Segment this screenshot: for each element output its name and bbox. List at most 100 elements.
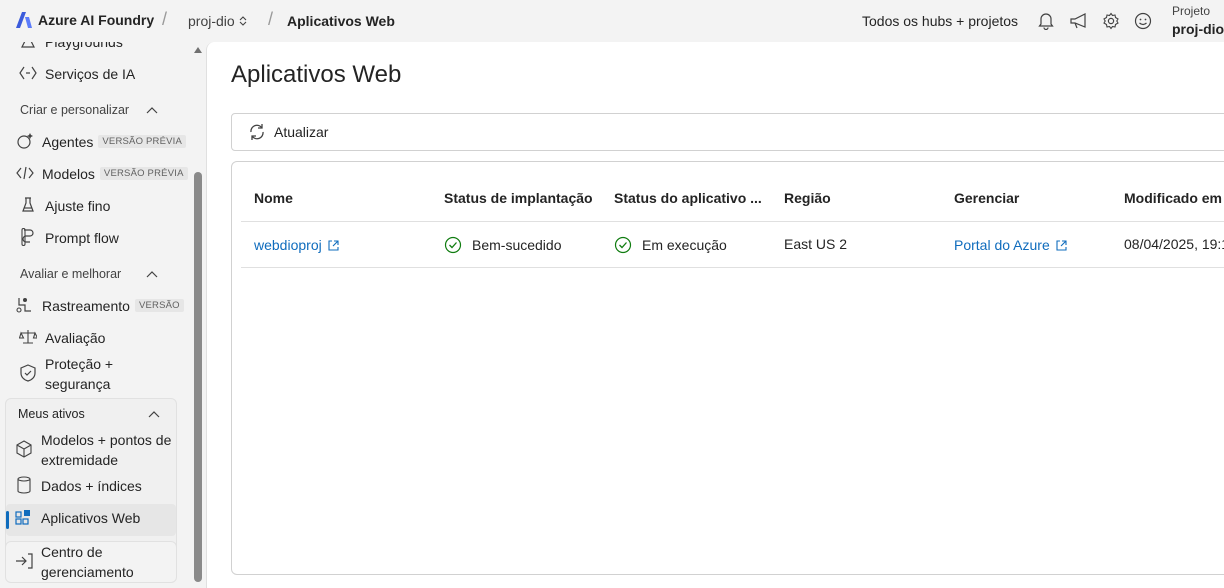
project-label: Projeto: [1172, 4, 1211, 18]
sidebar-item-tracing[interactable]: Rastreamento VERSÃO: [0, 296, 186, 316]
azure-portal-link[interactable]: Portal do Azure: [954, 237, 1067, 253]
agent-icon: [16, 132, 34, 150]
brand[interactable]: Azure AI Foundry: [16, 11, 154, 29]
app-status-text: Em execução: [642, 237, 727, 253]
sidebar-item-label: Ajuste fino: [45, 198, 111, 214]
top-bar: Azure AI Foundry / proj-dio / Aplicativo…: [0, 0, 1224, 42]
breadcrumb-current: Aplicativos Web: [287, 13, 395, 29]
section-title: Meus ativos: [18, 407, 85, 421]
external-link-icon: [328, 239, 339, 251]
column-header-name[interactable]: Nome: [254, 190, 293, 206]
bell-icon[interactable]: [1036, 11, 1056, 31]
project-selector[interactable]: Projeto proj-dio: [1172, 4, 1224, 37]
cube-icon: [15, 440, 33, 458]
toolbar: Atualizar: [231, 113, 1224, 151]
preview-badge: VERSÃO: [134, 299, 184, 312]
playground-icon: [19, 42, 37, 50]
sidebar-item-label: Dados + índices: [41, 478, 142, 494]
sign-in-icon: [15, 552, 33, 570]
section-assets[interactable]: Meus ativos: [18, 407, 160, 421]
sidebar-item-label: Modelos: [42, 166, 95, 182]
breadcrumb-project[interactable]: proj-dio: [188, 13, 248, 29]
sidebar-item-agents[interactable]: Agentes VERSÃO PRÉVIA: [0, 132, 187, 152]
sidebar-item-data-indexes[interactable]: Dados + índices: [0, 476, 186, 496]
page-title: Aplicativos Web: [231, 61, 402, 88]
database-icon: [15, 476, 33, 494]
app-name-link[interactable]: webdioproj: [254, 237, 339, 253]
code-icon: [16, 164, 34, 182]
sidebar-item-safety[interactable]: Proteção + segurança: [0, 354, 186, 394]
sidebar-item-label: Prompt flow: [45, 230, 119, 246]
refresh-label: Atualizar: [274, 124, 329, 140]
sidebar-item-models[interactable]: Modelos VERSÃO PRÉVIA: [0, 164, 188, 184]
sidebar-item-prompt-flow[interactable]: Prompt flow: [0, 228, 186, 248]
chevron-up-icon: [146, 107, 158, 114]
region-cell: East US 2: [784, 236, 848, 252]
sidebar-item-label: Modelos + pontos de extremidade: [41, 432, 172, 468]
sidebar-item-label: Serviços de IA: [45, 66, 136, 82]
app-name-text: webdioproj: [254, 237, 322, 253]
preview-badge: VERSÃO PRÉVIA: [98, 135, 187, 148]
preview-badge: VERSÃO PRÉVIA: [99, 167, 188, 180]
breadcrumb-separator: /: [268, 9, 274, 29]
megaphone-icon[interactable]: [1069, 11, 1089, 31]
section-create[interactable]: Criar e personalizar: [20, 103, 158, 117]
refresh-icon: [250, 124, 264, 140]
breadcrumb-separator: /: [162, 9, 168, 29]
main-content: Aplicativos Web Atualizar Nome Status de…: [206, 42, 1224, 588]
section-title: Avaliar e melhorar: [20, 267, 122, 281]
sidebar-item-label: Centro de gerenciamento: [41, 544, 134, 580]
brand-name: Azure AI Foundry: [38, 12, 155, 28]
all-hubs-link[interactable]: Todos os hubs + projetos: [862, 13, 1018, 29]
sidebar-item-management-center[interactable]: Centro de gerenciamento: [0, 542, 186, 582]
chevron-up-icon: [146, 271, 158, 278]
tracing-icon: [16, 296, 34, 314]
azure-portal-text: Portal do Azure: [954, 237, 1050, 253]
modified-cell: 08/04/2025, 19:1: [1124, 236, 1224, 252]
ai-services-icon: [19, 64, 37, 82]
sidebar-item-label: Agentes: [42, 134, 94, 150]
sidebar-item-web-apps[interactable]: Aplicativos Web: [0, 508, 186, 528]
flow-icon: [19, 228, 37, 246]
chevron-up-icon: [148, 411, 160, 418]
sidebar-item-playgrounds[interactable]: Playgrounds: [0, 42, 186, 52]
web-apps-icon: [15, 508, 33, 526]
sidebar-item-models-endpoints[interactable]: Modelos + pontos de extremidade: [0, 430, 186, 470]
sidebar-item-label: Rastreamento: [42, 298, 130, 314]
sidebar-item-label: Proteção + segurança: [45, 356, 114, 392]
sidebar: Playgrounds Serviços de IA Criar e perso…: [0, 42, 192, 588]
column-header-manage[interactable]: Gerenciar: [954, 190, 1019, 206]
breadcrumb-project-label: proj-dio: [188, 13, 235, 29]
azure-ai-foundry-logo-icon: [16, 12, 32, 28]
sidebar-item-fine-tuning[interactable]: Ajuste fino: [0, 196, 186, 216]
success-check-icon: [444, 236, 462, 254]
column-header-app-status[interactable]: Status do aplicativo ...: [614, 190, 762, 206]
smiley-icon[interactable]: [1133, 11, 1153, 31]
sidebar-item-label: Playgrounds: [45, 42, 123, 50]
column-header-modified[interactable]: Modificado em: [1124, 190, 1222, 206]
refresh-button[interactable]: Atualizar: [248, 123, 328, 141]
external-link-icon: [1056, 239, 1067, 251]
web-apps-table: Nome Status de implantação Status do apl…: [231, 161, 1224, 575]
gear-icon[interactable]: [1101, 11, 1121, 31]
sidebar-item-label: Aplicativos Web: [41, 510, 141, 526]
sidebar-scroll-thumb[interactable]: [194, 172, 202, 582]
column-header-deploy-status[interactable]: Status de implantação: [444, 190, 593, 206]
section-title: Criar e personalizar: [20, 103, 130, 117]
deploy-status-text: Bem-sucedido: [472, 237, 562, 253]
scroll-up-arrow-icon[interactable]: [194, 47, 202, 53]
success-check-icon: [614, 236, 632, 254]
sidebar-item-evaluation[interactable]: Avaliação: [0, 328, 186, 348]
row-divider: [241, 267, 1224, 268]
header-divider: [241, 221, 1224, 222]
deploy-status-cell: Bem-sucedido: [444, 236, 562, 254]
project-name: proj-dio: [1172, 21, 1224, 37]
chevron-updown-icon: [239, 16, 247, 26]
sidebar-item-label: Avaliação: [45, 330, 106, 346]
shield-icon: [19, 364, 37, 382]
scale-icon: [19, 328, 37, 346]
column-header-region[interactable]: Região: [784, 190, 831, 206]
section-evaluate[interactable]: Avaliar e melhorar: [20, 267, 158, 281]
sidebar-item-ai-services[interactable]: Serviços de IA: [0, 64, 186, 84]
app-status-cell: Em execução: [614, 236, 727, 254]
